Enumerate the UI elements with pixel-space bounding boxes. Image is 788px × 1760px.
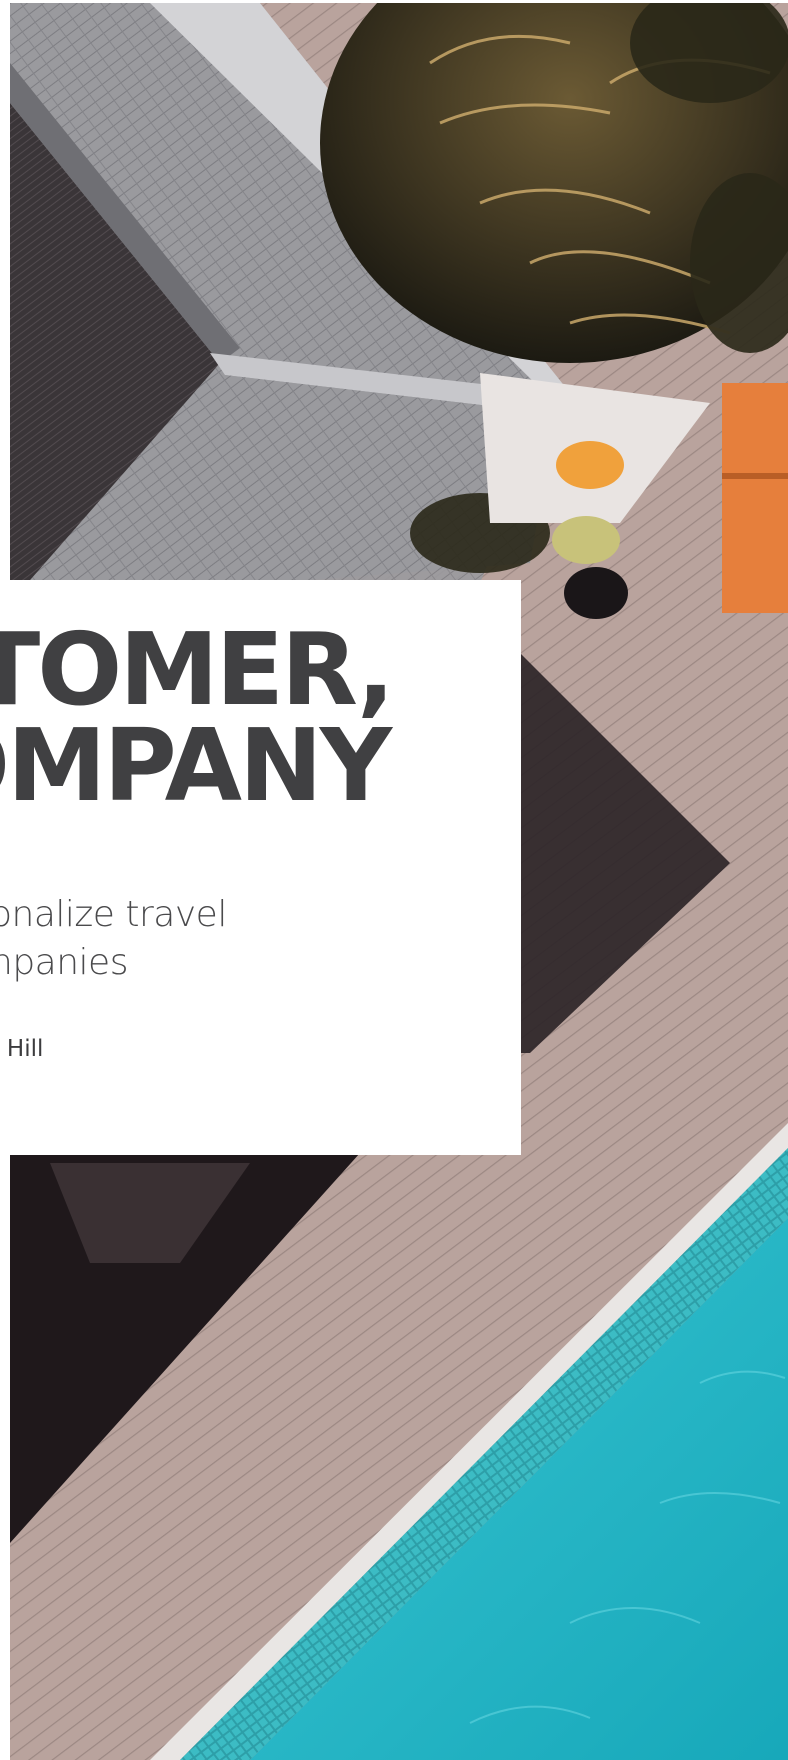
cover-title-line-2: OMPANY bbox=[0, 707, 392, 824]
cover-subtitle-line-2: npanies bbox=[0, 942, 128, 983]
cover-title-card: TOMER, OMPANY onalize travel npanies x H… bbox=[0, 580, 521, 1155]
cover-author: x Hill bbox=[0, 1036, 44, 1062]
cover-title-line-1: TOMER, bbox=[0, 611, 395, 728]
cover-subtitle-line-1: onalize travel bbox=[0, 894, 227, 935]
cover-title: TOMER, OMPANY bbox=[0, 620, 395, 824]
cover-subtitle: onalize travel npanies bbox=[0, 891, 227, 987]
cover-page: TOMER, OMPANY onalize travel npanies x H… bbox=[0, 0, 788, 1760]
